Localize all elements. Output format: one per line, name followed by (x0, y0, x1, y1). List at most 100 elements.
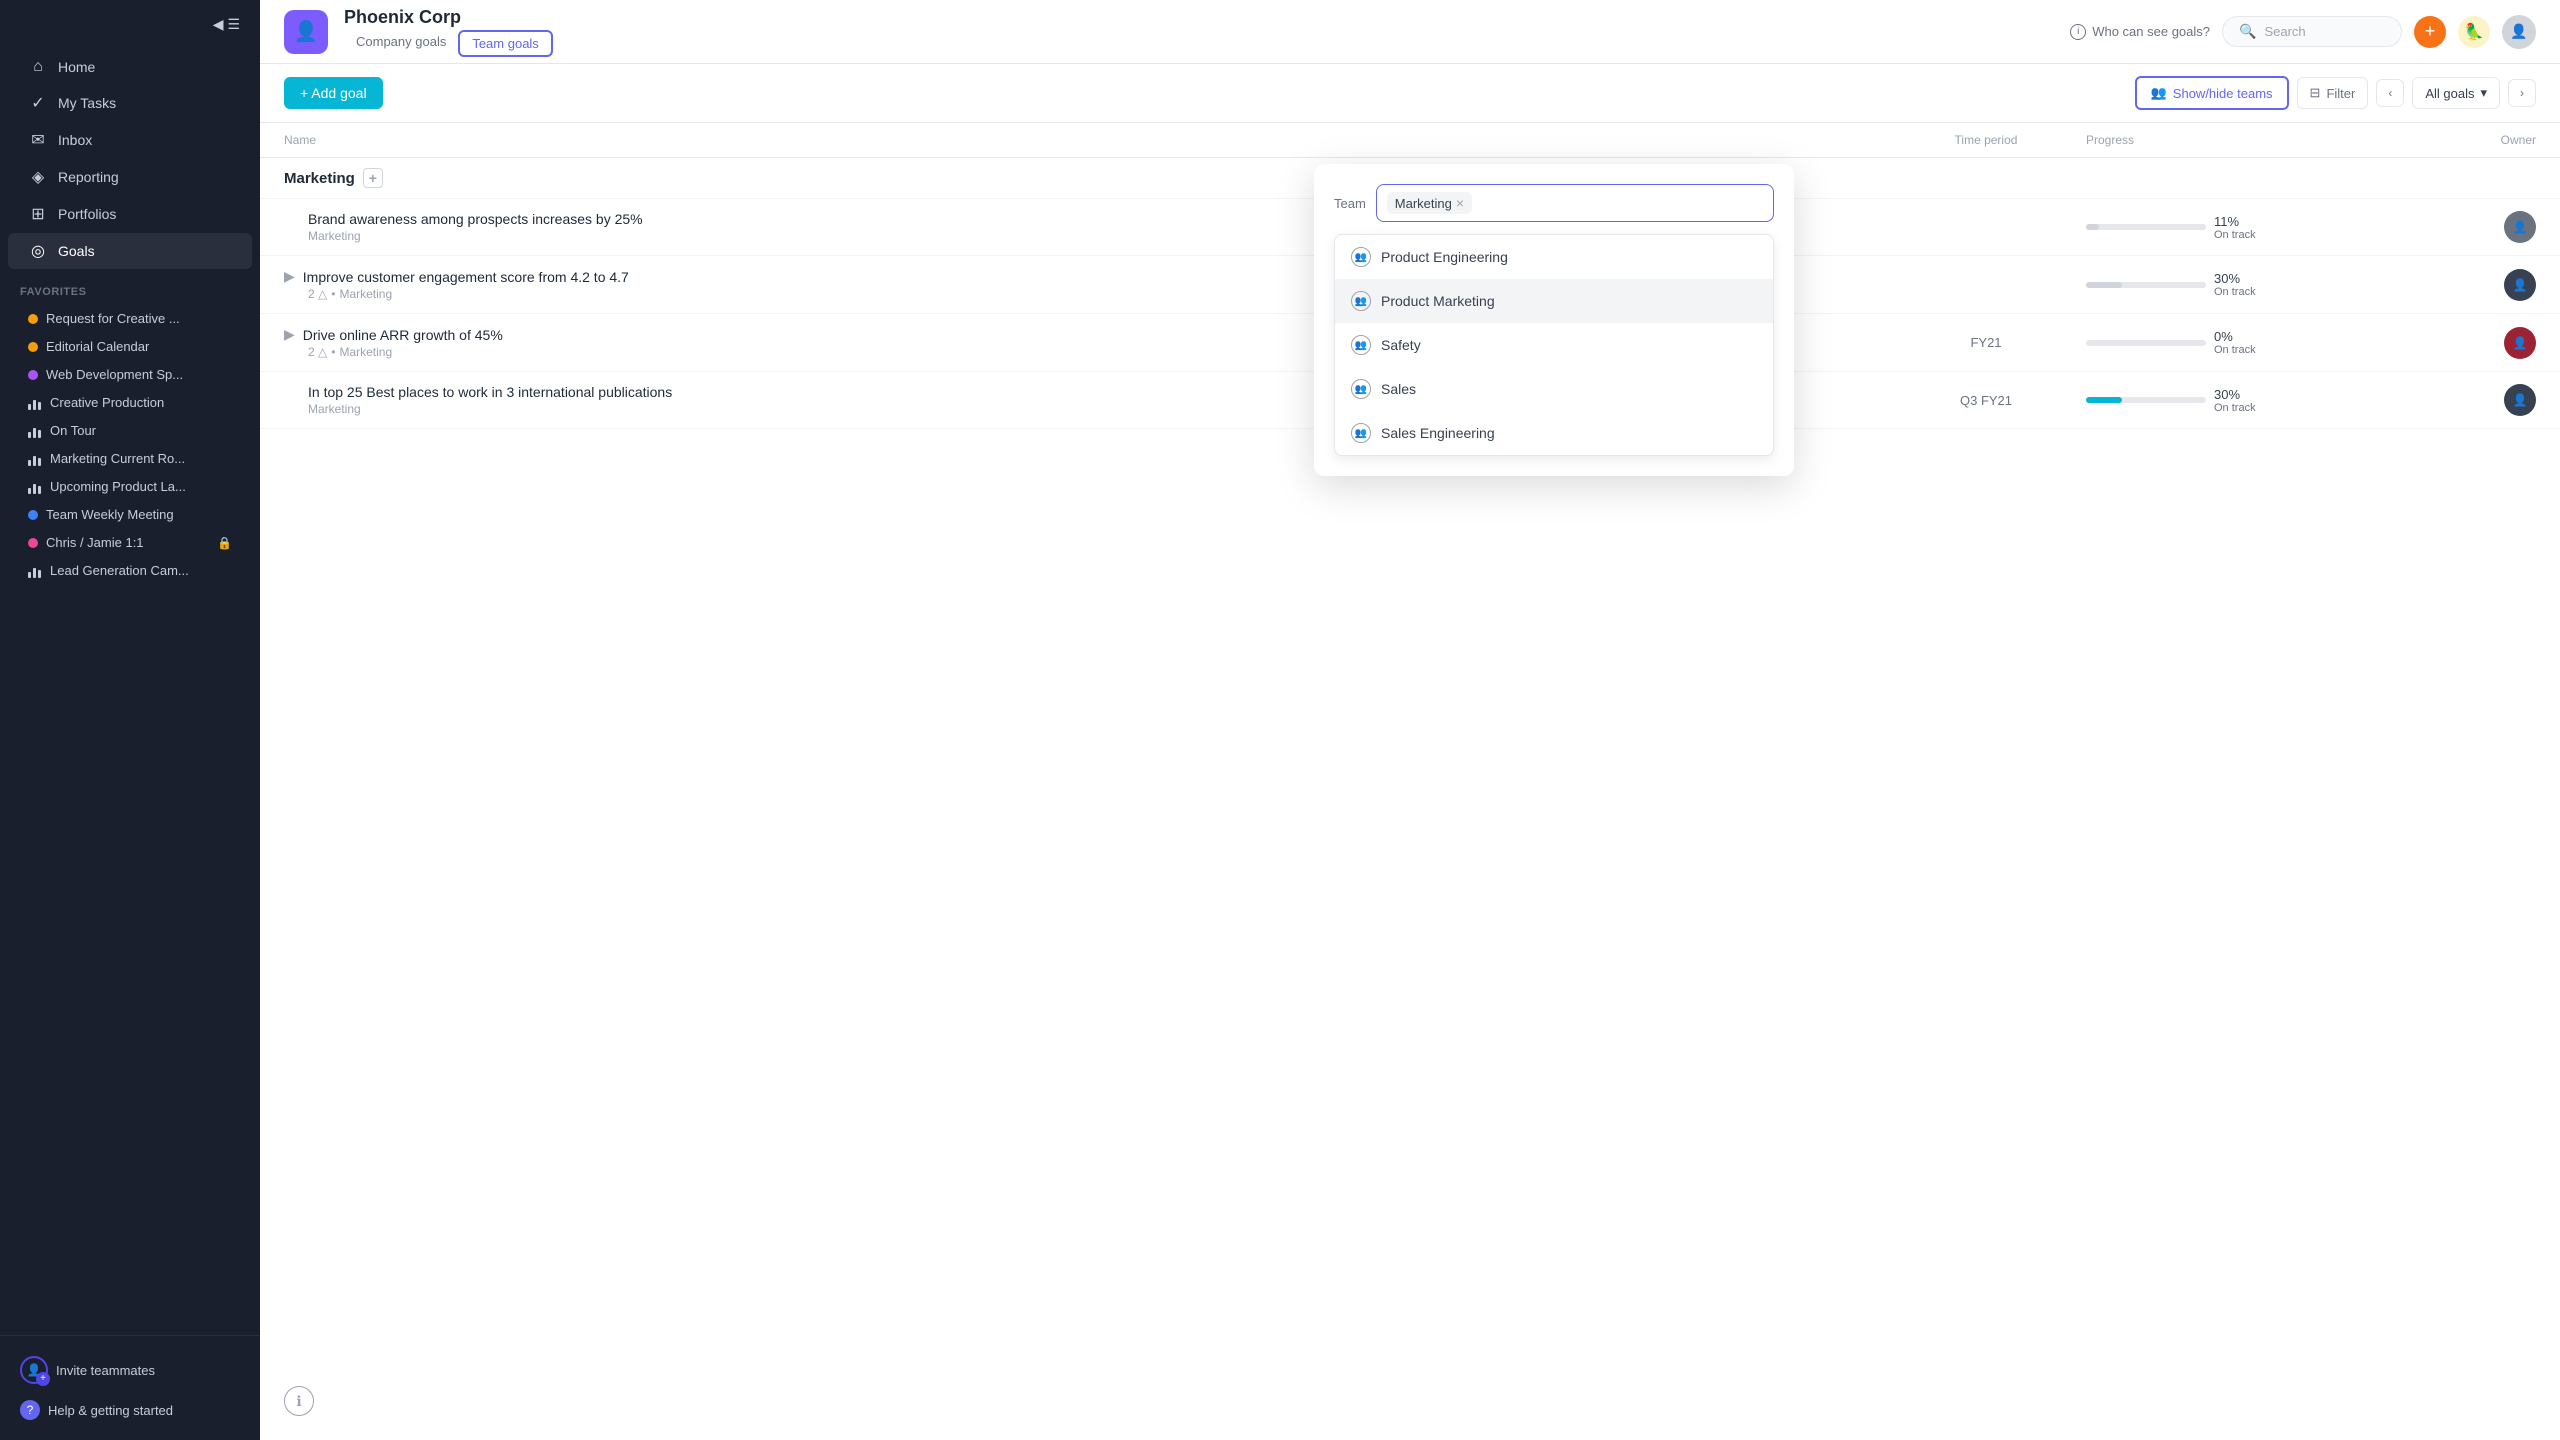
dropdown-item-safety[interactable]: 👥 Safety (1335, 323, 1773, 367)
all-goals-button[interactable]: All goals ▾ (2412, 77, 2500, 109)
sidebar-fav-lead-generation[interactable]: Lead Generation Cam... (8, 557, 252, 584)
goal-period: FY21 (1886, 335, 2086, 350)
popup-row: Team Marketing × (1334, 184, 1774, 222)
goal-name[interactable]: Brand awareness among prospects increase… (308, 211, 643, 227)
dropdown-item-product-engineering[interactable]: 👥 Product Engineering (1335, 235, 1773, 279)
dropdown-label-safety: Safety (1381, 337, 1421, 353)
fav-dot-team-weekly (28, 510, 38, 520)
sidebar-item-goals[interactable]: ◎Goals (8, 233, 252, 269)
fav-label-team-weekly: Team Weekly Meeting (46, 507, 174, 522)
show-hide-teams-button[interactable]: 👥 Show/hide teams (2135, 76, 2289, 110)
sidebar-fav-on-tour[interactable]: On Tour (8, 417, 252, 444)
owner-avatar[interactable]: 👤 (2504, 384, 2536, 416)
owner-avatar[interactable]: 👤 (2504, 327, 2536, 359)
sidebar-item-inbox[interactable]: ✉Inbox (8, 122, 252, 158)
progress-bar (2086, 282, 2206, 288)
owner-avatar[interactable]: 👤 (2504, 211, 2536, 243)
sidebar-item-home[interactable]: ⌂Home (8, 50, 252, 84)
sidebar-nav-label-home: Home (58, 59, 95, 75)
fav-bar-on-tour (28, 424, 42, 438)
favorites-section-title: Favorites (0, 270, 260, 304)
inbox-icon: ✉ (28, 130, 48, 150)
next-arrow[interactable]: › (2508, 79, 2536, 107)
goal-period: Q3 FY21 (1886, 393, 2086, 408)
main-content: 👤 Phoenix Corp Company goals Team goals … (260, 0, 2560, 1440)
fav-label-marketing-current: Marketing Current Ro... (50, 451, 185, 466)
who-can-see-button[interactable]: i Who can see goals? (2070, 24, 2210, 40)
sidebar-item-portfolios[interactable]: ⊞Portfolios (8, 196, 252, 232)
goal-owner-cell: 👤 (2336, 211, 2536, 243)
expand-chevron[interactable]: ▶ (284, 326, 295, 343)
progress-label: On track (2214, 344, 2256, 356)
search-bar[interactable]: 🔍 Search (2222, 16, 2402, 47)
sidebar-fav-chris-jamie[interactable]: Chris / Jamie 1:1🔒 (8, 529, 252, 556)
sidebar-fav-creative-production[interactable]: Creative Production (8, 389, 252, 416)
fav-dot-web-development (28, 370, 38, 380)
user-avatar[interactable]: 👤 (2502, 15, 2536, 49)
sidebar-fav-team-weekly[interactable]: Team Weekly Meeting (8, 501, 252, 528)
goal-progress: 30% On track (2086, 271, 2336, 298)
col-owner: Owner (2336, 133, 2536, 147)
help-icon: ? (20, 1400, 40, 1420)
tab-team-goals[interactable]: Team goals (458, 30, 552, 57)
info-circle-button[interactable]: ℹ (284, 1386, 314, 1416)
tab-company-goals[interactable]: Company goals (344, 30, 458, 57)
sidebar-fav-editorial-calendar[interactable]: Editorial Calendar (8, 333, 252, 360)
invite-teammates-button[interactable]: 👤 Invite teammates (8, 1348, 252, 1392)
add-goal-button[interactable]: + Add goal (284, 77, 383, 109)
fav-label-web-development: Web Development Sp... (46, 367, 183, 382)
sidebar-item-reporting[interactable]: ◈Reporting (8, 159, 252, 195)
dropdown-item-product-marketing[interactable]: 👥 Product Marketing (1335, 279, 1773, 323)
sidebar-fav-upcoming-product[interactable]: Upcoming Product La... (8, 473, 252, 500)
bird-icon[interactable]: 🦜 (2458, 16, 2490, 48)
org-name: Phoenix Corp (344, 7, 2054, 28)
fav-label-creative-production: Creative Production (50, 395, 164, 410)
fav-bar-upcoming-product (28, 480, 42, 494)
lock-icon: 🔒 (217, 536, 232, 550)
goal-name[interactable]: Improve customer engagement score from 4… (303, 269, 629, 285)
chevron-down-icon: ▾ (2480, 85, 2487, 101)
team-icon-safety: 👥 (1351, 335, 1371, 355)
dropdown-item-sales-engineering[interactable]: 👥 Sales Engineering (1335, 411, 1773, 455)
sidebar-toggle[interactable]: ◀ ☰ (0, 0, 260, 49)
progress-info: 0% On track (2214, 329, 2256, 356)
prev-arrow[interactable]: ‹ (2376, 79, 2404, 107)
sidebar-fav-marketing-current[interactable]: Marketing Current Ro... (8, 445, 252, 472)
search-icon: 🔍 (2239, 23, 2256, 40)
fav-dot-request-creative (28, 314, 38, 324)
filter-button[interactable]: ⊟ Filter (2297, 77, 2369, 109)
marketing-chip: Marketing × (1387, 192, 1472, 214)
dropdown-item-sales[interactable]: 👥 Sales (1335, 367, 1773, 411)
sidebar-nav-label-portfolios: Portfolios (58, 206, 116, 222)
goal-progress: 11% On track (2086, 214, 2336, 241)
team-dropdown-list: 👥 Product Engineering 👥 Product Marketin… (1334, 234, 1774, 456)
col-name: Name (284, 133, 1886, 147)
team-filter-popup: Team Marketing × 👥 Product Engineering 👥… (1314, 164, 1794, 476)
team-chips-container[interactable]: Marketing × (1376, 184, 1774, 222)
progress-percent: 11% (2214, 214, 2256, 229)
goal-name[interactable]: Drive online ARR growth of 45% (303, 327, 503, 343)
chip-remove-button[interactable]: × (1456, 195, 1464, 211)
section-add-button[interactable]: + (363, 168, 383, 188)
chip-label: Marketing (1395, 196, 1452, 211)
progress-label: On track (2214, 402, 2256, 414)
add-button[interactable]: + (2414, 16, 2446, 48)
fav-bar-creative-production (28, 396, 42, 410)
reporting-icon: ◈ (28, 167, 48, 187)
expand-chevron[interactable]: ▶ (284, 268, 295, 285)
toggle-icon: ◀ ☰ (213, 16, 240, 33)
table-header: Name Time period Progress Owner (260, 123, 2560, 158)
goal-name[interactable]: In top 25 Best places to work in 3 inter… (308, 384, 672, 400)
goal-progress: 30% On track (2086, 387, 2336, 414)
owner-avatar[interactable]: 👤 (2504, 269, 2536, 301)
sidebar-item-my-tasks[interactable]: ✓My Tasks (8, 85, 252, 121)
section-label: Marketing (284, 170, 355, 187)
sidebar-fav-web-development[interactable]: Web Development Sp... (8, 361, 252, 388)
my-tasks-icon: ✓ (28, 93, 48, 113)
invite-circle-icon: 👤 (20, 1356, 48, 1384)
team-search-input[interactable] (1478, 196, 1763, 211)
filter-label: Filter (2326, 86, 2355, 101)
progress-bar (2086, 224, 2206, 230)
help-button[interactable]: ? Help & getting started (8, 1392, 252, 1428)
sidebar-fav-request-creative[interactable]: Request for Creative ... (8, 305, 252, 332)
